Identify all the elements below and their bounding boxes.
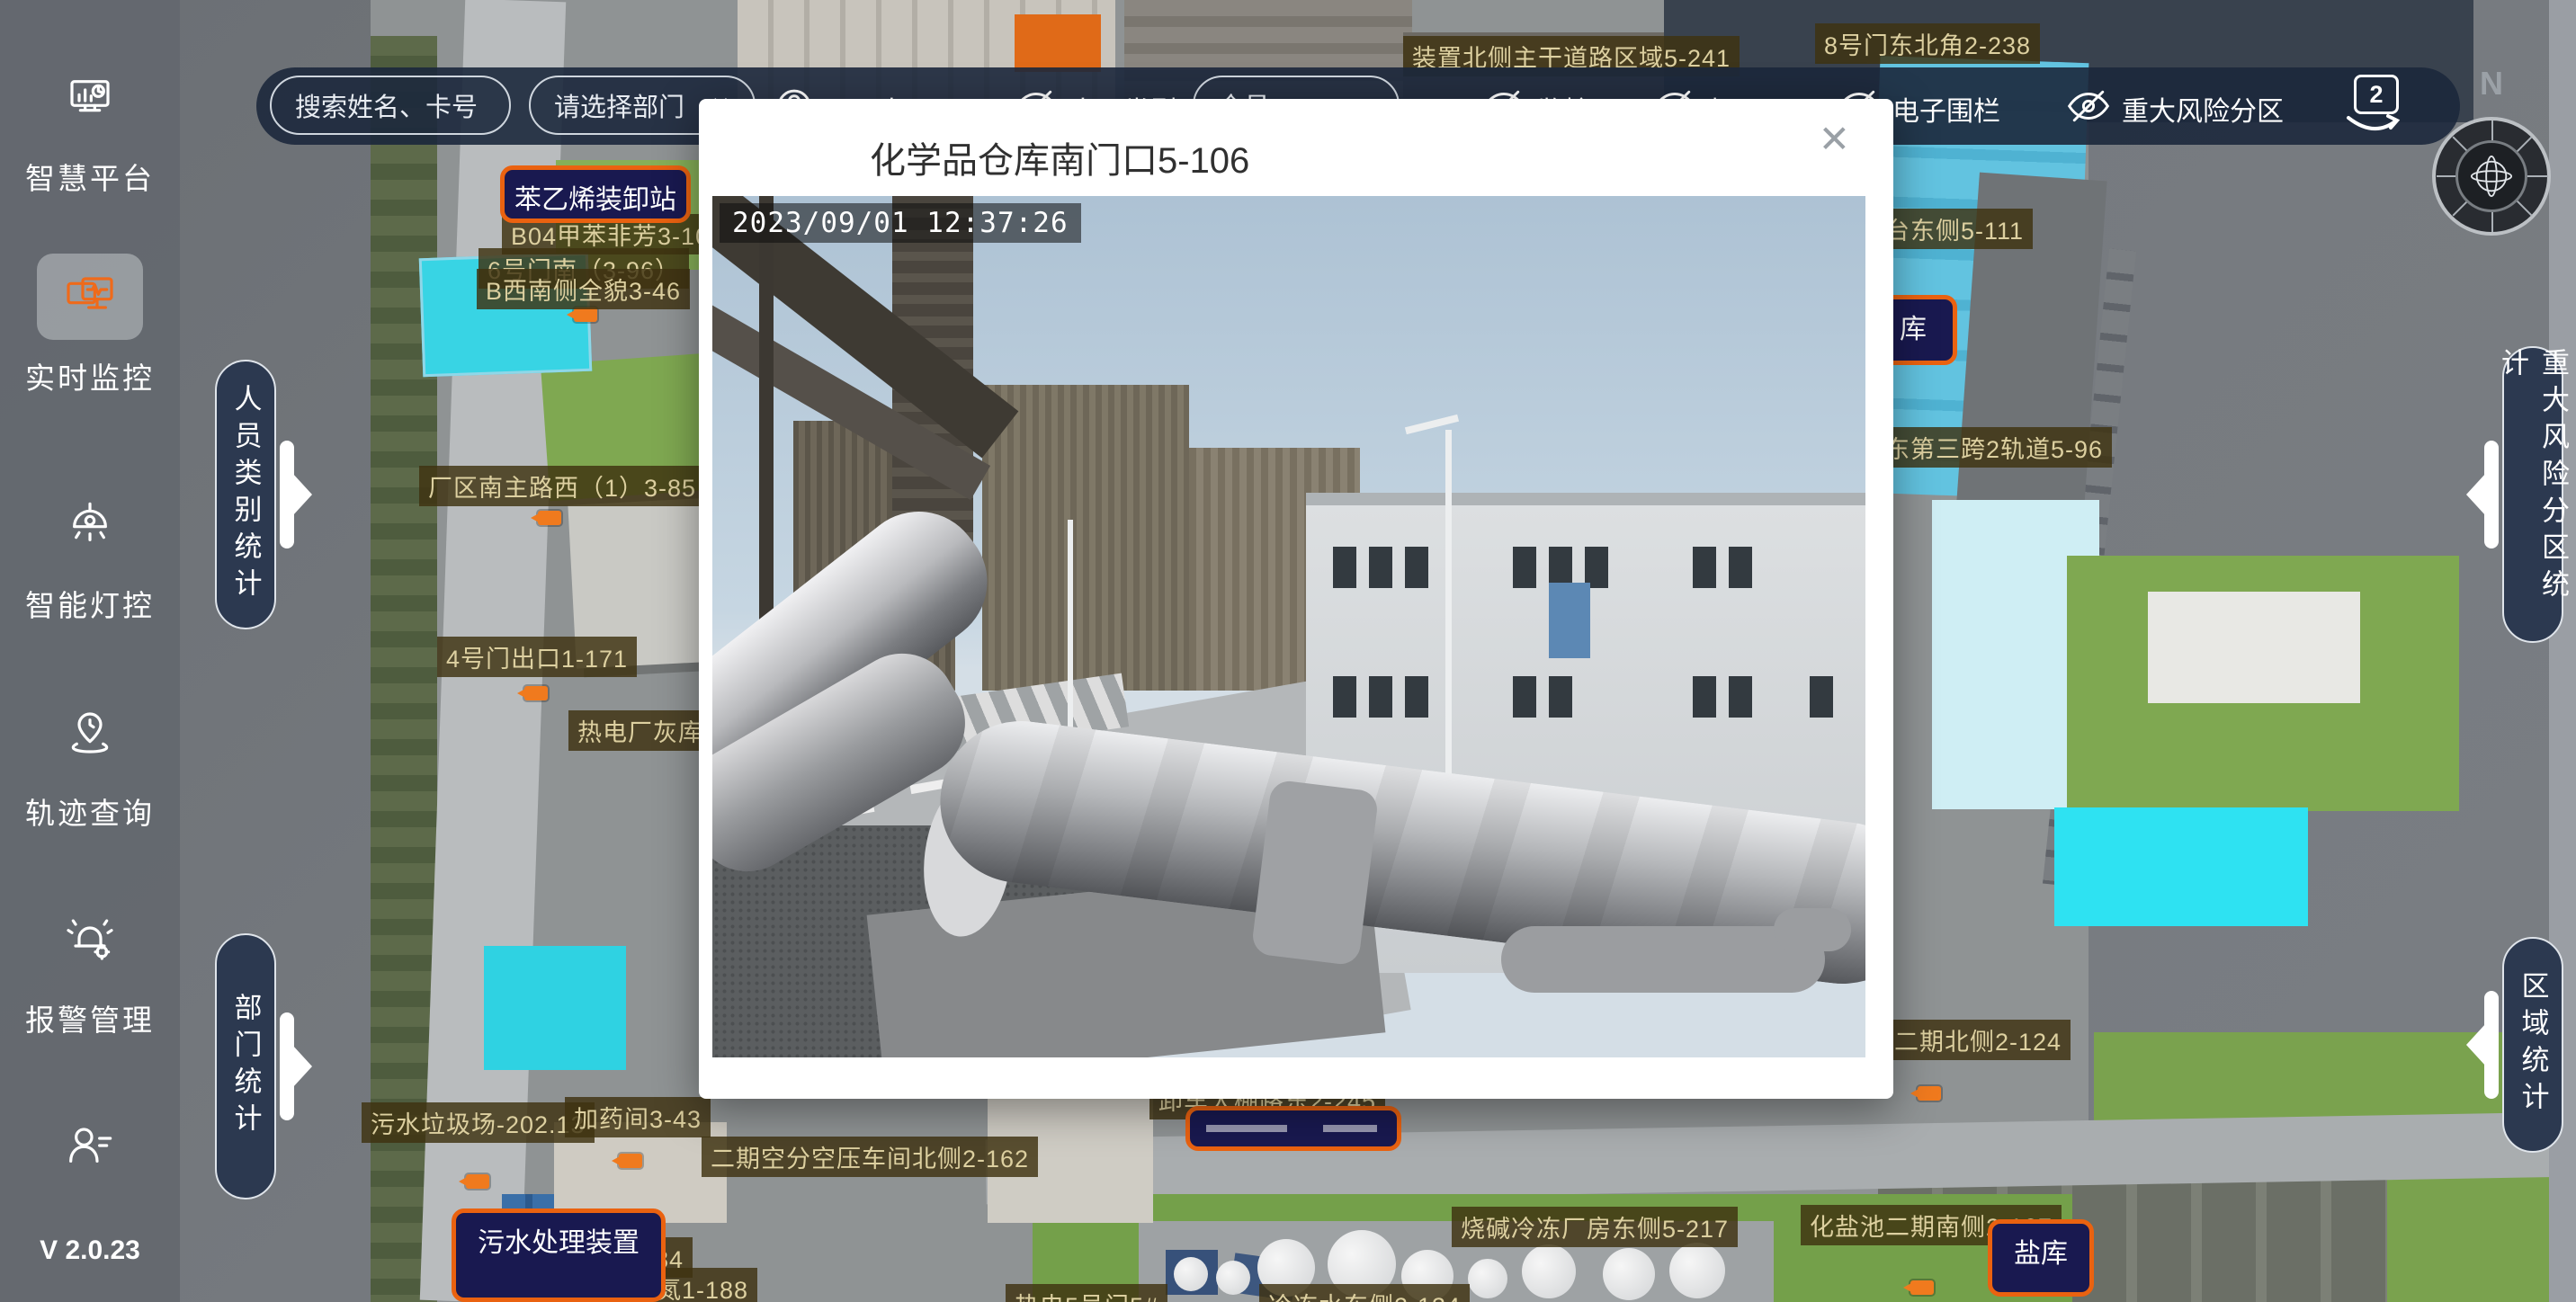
camera-label[interactable]: 8号门东北角2-238 <box>1815 23 2040 64</box>
camera-label[interactable]: B西南侧全貌3-46 <box>477 269 690 309</box>
stat-panel-toggle[interactable]: 重大风险分区统计 <box>2502 346 2563 643</box>
redaction-blob <box>1774 908 1851 951</box>
map-tooltip[interactable]: 盐库 <box>1988 1219 2094 1297</box>
map-tooltip-label: 盐库 <box>2014 1231 2068 1271</box>
street-lamp <box>1068 520 1073 754</box>
sidebar-item-icon <box>37 689 143 775</box>
map-tooltip[interactable] <box>1185 1106 1401 1151</box>
camera-label[interactable]: 热电5号门5# <box>1006 1284 1167 1302</box>
sidebar-item[interactable]: 报警管理 <box>0 896 180 1039</box>
view-switch-badge: 2 <box>2354 75 2399 114</box>
camera-label[interactable]: 热电厂灰库 <box>568 710 712 751</box>
camera-label[interactable]: 加药间3-43 <box>565 1097 711 1137</box>
sidebar-item[interactable]: 智慧平台 <box>0 54 180 198</box>
camera-dialog: 化学品仓库南门口5-106 ✕ <box>699 99 1893 1099</box>
sidebar-item-label: 实时监控 <box>25 354 155 397</box>
stat-panel-label: 人员类别统计 <box>226 384 266 605</box>
map-tooltip-label: 苯乙烯装卸站 <box>514 177 676 217</box>
street-lamp <box>1445 430 1452 807</box>
toggle-label: 重大风险分区 <box>2122 89 2284 129</box>
plant-structure <box>982 385 1189 691</box>
panel-expand-arrow-icon[interactable] <box>280 1012 294 1120</box>
sidebar: 智慧平台 实时监控 智能灯控 轨迹查询 报警管理 V 2.0.23 <box>0 0 180 1302</box>
stat-panel-toggle[interactable]: 部门统计 <box>215 933 276 1199</box>
eye-slash-icon <box>2064 82 2113 130</box>
map-tooltip[interactable]: 苯乙烯装卸站 <box>500 165 691 223</box>
map-tooltip[interactable]: 污水处理装置 <box>452 1208 666 1302</box>
panel-expand-arrow-icon[interactable] <box>2484 441 2499 548</box>
stat-panel-label: 区域统计 <box>2513 971 2554 1119</box>
sidebar-item-icon <box>37 254 143 340</box>
stat-panel-toggle[interactable]: 人员类别统计 <box>215 360 276 629</box>
sidebar-item-icon <box>37 481 143 567</box>
map-tooltip-label: 污水处理装置 <box>478 1220 640 1260</box>
panel-expand-arrow-icon[interactable] <box>280 441 294 548</box>
camera-label[interactable]: 4号门出口1-171 <box>437 637 637 677</box>
dialog-title: 化学品仓库南门口5-106 <box>870 131 1249 183</box>
sidebar-item-label: 轨迹查询 <box>25 789 155 833</box>
camera-video-frame: 2023/09/01 12:37:26 <box>712 196 1865 1057</box>
panel-expand-arrow-icon[interactable] <box>2484 991 2499 1099</box>
app-root: B04甲苯非芳3-106号门南（3-96）B西南侧全貌3-46厂区南主路西（1）… <box>0 0 2576 1302</box>
sidebar-item[interactable]: 轨迹查询 <box>0 689 180 833</box>
sidebar-item-label: 智慧平台 <box>25 155 155 198</box>
camera-label[interactable]: 冷冻水东侧2-134 <box>1259 1284 1470 1302</box>
camera-label[interactable]: 烧碱冷冻厂房东侧5-217 <box>1452 1207 1738 1247</box>
building-door <box>1549 583 1590 658</box>
camera-label[interactable]: 二期北侧2-124 <box>1885 1020 2071 1060</box>
camera-label[interactable]: 二期空分空压车间北侧2-162 <box>702 1137 1038 1177</box>
stat-panel-label: 部门统计 <box>226 993 266 1140</box>
stat-panel-label: 重大风险分区统计 <box>2492 348 2573 641</box>
camera-label[interactable]: 厂区南主路西（1）3-85 <box>419 466 705 506</box>
sidebar-item[interactable] <box>0 1102 180 1203</box>
sidebar-item-icon <box>37 896 143 982</box>
camera-label[interactable]: 污水垃圾场-202.13 <box>362 1102 595 1143</box>
sidebar-item-icon <box>37 1102 143 1189</box>
sidebar-item[interactable]: 智能灯控 <box>0 481 180 625</box>
camera-label[interactable]: 东第三跨2轨道5-96 <box>1876 427 2112 468</box>
app-version: V 2.0.23 <box>0 1235 180 1266</box>
sidebar-item-icon <box>37 54 143 140</box>
toggle-label: 电子围栏 <box>1892 89 2000 129</box>
view-switch-button[interactable]: 2 <box>2341 73 2410 141</box>
video-timestamp: 2023/09/01 12:37:26 <box>720 203 1081 243</box>
rotate-arrow-icon <box>2343 112 2406 139</box>
steel-pole <box>759 196 774 664</box>
gyroscope-icon <box>2466 151 2517 201</box>
sidebar-item[interactable]: 实时监控 <box>0 254 180 397</box>
close-icon[interactable]: ✕ <box>1819 120 1850 158</box>
sidebar-item-label: 报警管理 <box>25 996 155 1039</box>
map-tooltip-label: 库 <box>1900 307 1927 346</box>
stat-panel-toggle[interactable]: 区域统计 <box>2502 937 2563 1153</box>
sidebar-item-label: 智能灯控 <box>25 582 155 625</box>
pipe-joint <box>1251 779 1380 966</box>
